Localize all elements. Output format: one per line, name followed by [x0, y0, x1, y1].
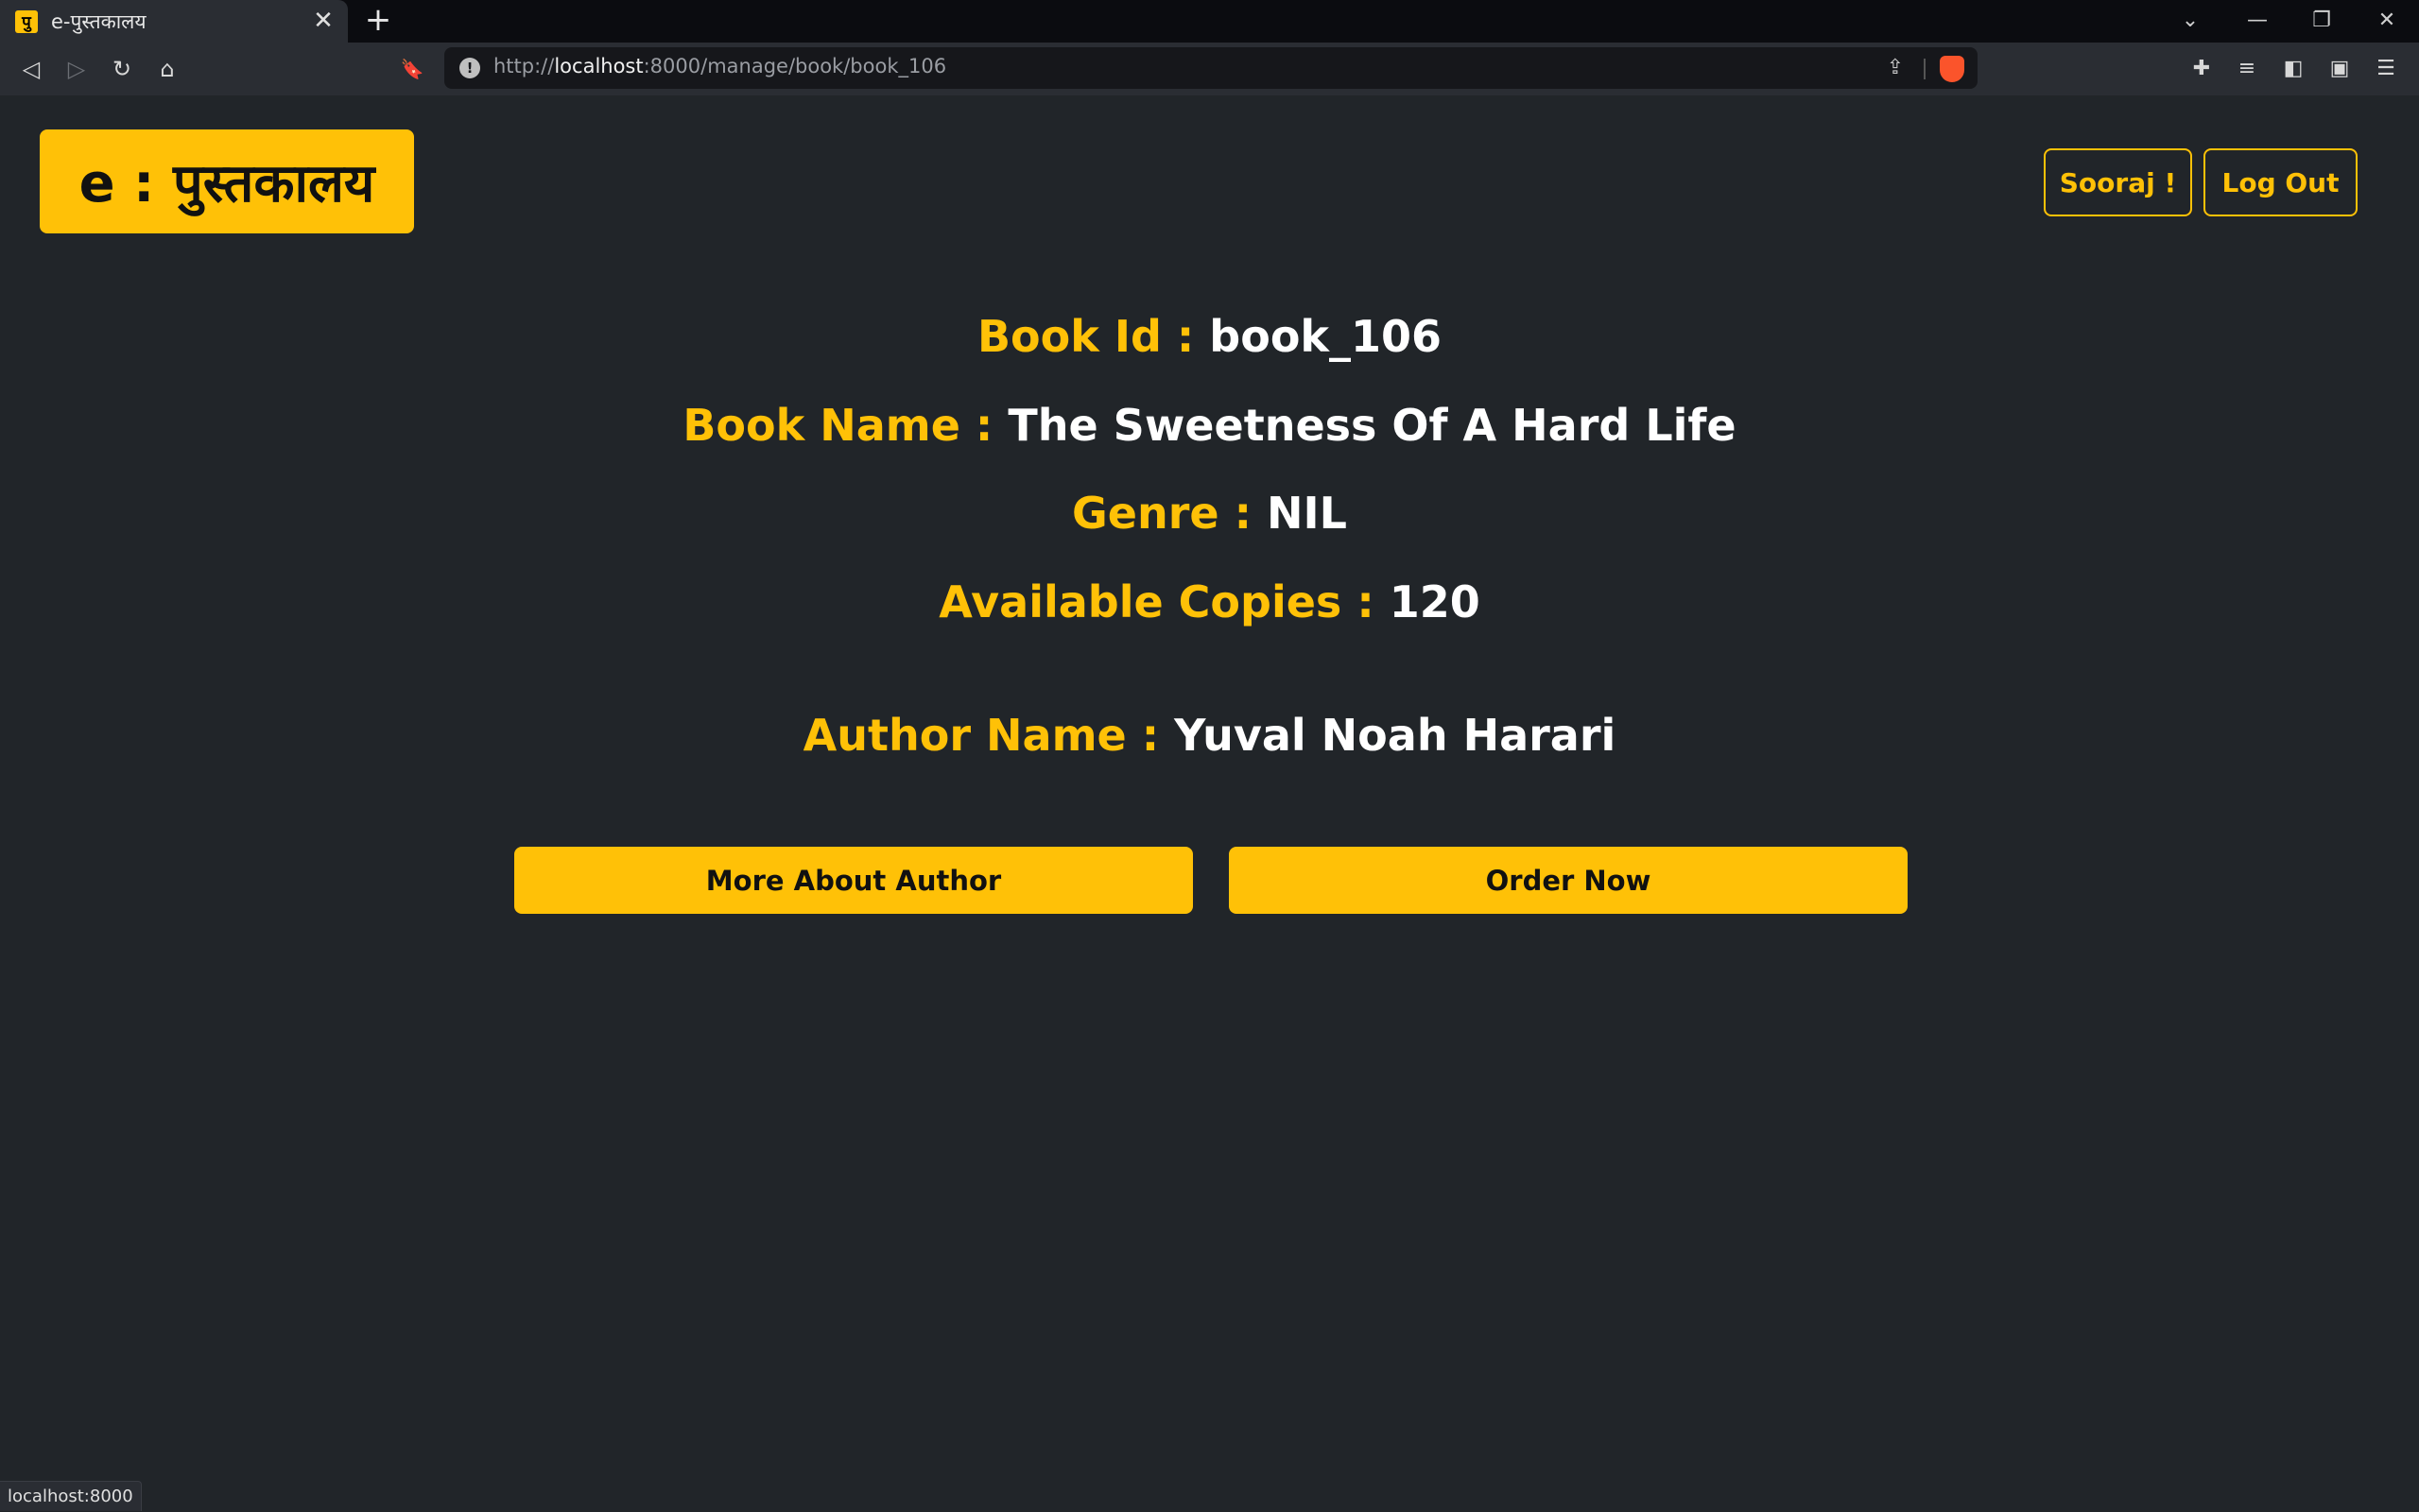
new-tab-icon[interactable]: + — [362, 4, 394, 38]
available-copies-line: Available Copies : 120 — [0, 576, 2419, 627]
logout-button[interactable]: Log Out — [2203, 148, 2358, 216]
book-id-line: Book Id : book_106 — [0, 311, 2419, 362]
brave-shields-icon[interactable] — [1940, 56, 1964, 82]
tab-search-icon[interactable]: ⌄ — [2171, 4, 2209, 38]
share-icon[interactable]: ⇪ — [1881, 55, 1909, 81]
back-icon[interactable]: ◁ — [12, 50, 50, 88]
menu-icon[interactable]: ☰ — [2367, 50, 2405, 88]
restore-icon[interactable]: ❐ — [2303, 4, 2341, 38]
window-close-icon[interactable]: ✕ — [2368, 4, 2406, 38]
user-profile-button[interactable]: Sooraj ! — [2044, 148, 2192, 216]
forward-icon[interactable]: ▷ — [58, 50, 95, 88]
page-content: e : पुस्तकालय Sooraj ! Log Out Book Id :… — [0, 95, 2419, 1511]
minimize-icon[interactable]: — — [2238, 4, 2276, 38]
book-name-line: Book Name : The Sweetness Of A Hard Life — [0, 400, 2419, 451]
available-copies-value: 120 — [1389, 576, 1480, 627]
sidebar-icon[interactable]: ◧ — [2274, 50, 2312, 88]
reload-icon[interactable]: ↻ — [103, 50, 141, 88]
browser-tab[interactable]: पु e-पुस्तकालय ✕ — [0, 0, 348, 43]
available-copies-label: Available Copies : — [939, 576, 1374, 627]
playlist-icon[interactable]: ≡ — [2228, 50, 2266, 88]
address-bar[interactable]: ! http://localhost:8000/manage/book/book… — [444, 47, 1978, 89]
wallet-icon[interactable]: ▣ — [2321, 50, 2359, 88]
url-divider — [1924, 59, 1926, 79]
browser-status-bar: localhost:8000 — [0, 1481, 142, 1511]
home-icon[interactable]: ⌂ — [148, 50, 186, 88]
url-text[interactable]: http://localhost:8000/manage/book/book_1… — [493, 55, 946, 77]
url-path: :8000/manage/book/book_106 — [643, 55, 947, 77]
tab-close-icon[interactable]: ✕ — [310, 8, 337, 34]
book-id-value: book_106 — [1209, 311, 1443, 362]
book-name-label: Book Name : — [683, 400, 994, 451]
url-scheme: http:// — [493, 55, 555, 77]
author-name-value: Yuval Noah Harari — [1174, 710, 1616, 761]
author-name-label: Author Name : — [803, 710, 1160, 761]
bookmark-icon[interactable]: 🔖 — [393, 50, 431, 88]
more-about-author-button[interactable]: More About Author — [514, 847, 1193, 914]
tab-title: e-पुस्तकालय — [51, 9, 147, 33]
book-name-value: The Sweetness Of A Hard Life — [1008, 400, 1736, 451]
site-info-icon[interactable]: ! — [459, 58, 480, 78]
browser-tab-bar: पु e-पुस्तकालय ✕ + ⌄ — ❐ ✕ — [0, 0, 2419, 43]
url-host: localhost — [554, 55, 644, 77]
genre-value: NIL — [1267, 488, 1347, 539]
browser-toolbar: ◁ ▷ ↻ ⌂ 🔖 ! http://localhost:8000/manage… — [0, 43, 2419, 95]
genre-label: Genre : — [1072, 488, 1253, 539]
order-now-button[interactable]: Order Now — [1229, 847, 1908, 914]
brand-logo[interactable]: e : पुस्तकालय — [40, 129, 414, 233]
author-name-line: Author Name : Yuval Noah Harari — [0, 710, 2419, 761]
book-id-label: Book Id : — [976, 311, 1195, 362]
site-favicon-icon: पु — [15, 9, 38, 33]
extensions-icon[interactable]: ✚ — [2183, 50, 2220, 88]
genre-line: Genre : NIL — [0, 488, 2419, 539]
